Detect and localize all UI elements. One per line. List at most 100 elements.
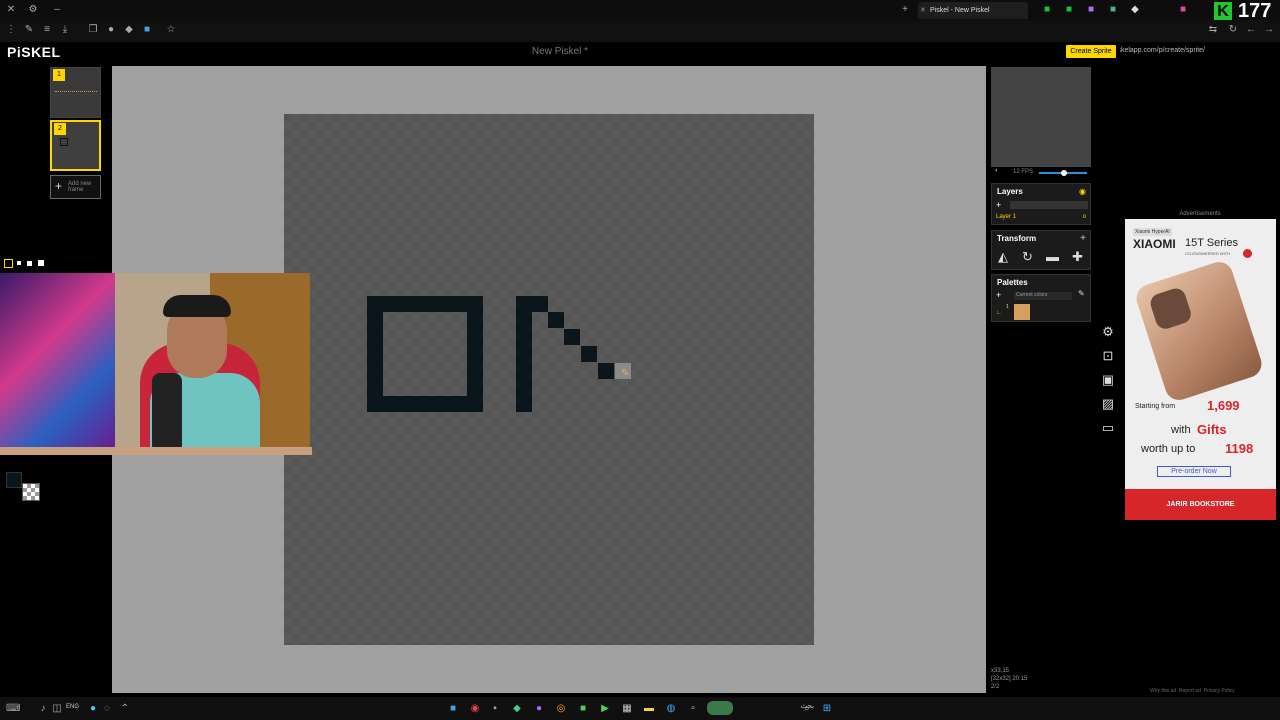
pixel-block xyxy=(367,296,383,412)
ad-banner[interactable]: Xiaomi HyperAI XIAOMI 15T Series CO-ENGI… xyxy=(1125,219,1276,520)
add-frame-button[interactable]: + Add new frame xyxy=(50,175,101,199)
tab-close-icon[interactable]: ✕ xyxy=(920,2,926,19)
status-coords: x33.15 [32x32] 20:15 2/2 xyxy=(991,667,1027,691)
add-palette-icon[interactable]: + xyxy=(996,290,1001,300)
expand-icon[interactable]: + xyxy=(1080,233,1086,244)
webcam-overlay xyxy=(0,273,310,453)
export-image-icon[interactable]: ▨ xyxy=(1100,396,1116,412)
app-icon[interactable]: ■ xyxy=(576,702,590,716)
pixel-block xyxy=(367,296,483,312)
ad-links: Why this ad Report ad Privacy Policy xyxy=(1150,688,1235,694)
layer-actions[interactable] xyxy=(1010,201,1088,209)
cursor-coords: x33.15 xyxy=(991,668,1010,674)
pen-size-3[interactable] xyxy=(27,261,32,266)
chrome-icon[interactable]: ◎ xyxy=(554,702,568,716)
menu-icon[interactable]: ⋮ xyxy=(4,23,18,37)
tool-icon[interactable]: ≡ xyxy=(40,23,54,37)
clone-icon[interactable]: ▬ xyxy=(1046,249,1059,264)
fps-control[interactable]: ◐ 12 FPS xyxy=(991,167,1091,179)
save-icon[interactable]: ▣ xyxy=(1100,372,1116,388)
webcam-border xyxy=(0,447,312,455)
create-sprite-button[interactable]: Create Sprite xyxy=(1066,45,1116,58)
app-icon[interactable]: ▪ xyxy=(488,702,502,716)
minimize-icon[interactable]: – xyxy=(50,3,64,17)
palette-color[interactable] xyxy=(1014,304,1030,320)
pen-size-2[interactable] xyxy=(17,261,21,265)
drawing-canvas[interactable]: ✎ xyxy=(284,114,814,645)
app-icon[interactable]: ◍ xyxy=(664,702,678,716)
frame-thumbnail-2[interactable]: 2 xyxy=(50,120,101,171)
close-window-icon[interactable]: ✕ xyxy=(4,3,18,17)
speaker-icon[interactable]: ♪ xyxy=(36,702,50,716)
pixel-block xyxy=(548,312,564,328)
tab-piskel[interactable]: ✕ Piskel - New Piskel xyxy=(918,2,1028,19)
tab-title: Piskel - New Piskel xyxy=(930,7,990,14)
ad-phone-image xyxy=(1132,258,1266,404)
tray-icon[interactable]: ◌ xyxy=(100,702,114,716)
extension-icon[interactable]: ■ xyxy=(1040,3,1054,17)
back-icon[interactable]: ← xyxy=(1244,23,1258,37)
keyboard-icon[interactable]: ⌨ xyxy=(6,702,20,716)
pick-icon[interactable]: ∟ xyxy=(996,310,1002,316)
ad-link-report[interactable]: Report ad xyxy=(1179,688,1201,694)
app-icon[interactable]: ◆ xyxy=(510,702,524,716)
network-icon[interactable]: ◫ xyxy=(50,702,64,716)
search-icon[interactable]: ⌕ xyxy=(800,702,814,716)
palette-select[interactable]: Current colors xyxy=(1014,292,1072,300)
app-icon[interactable]: ◉ xyxy=(468,702,482,716)
folder-icon[interactable]: ▬ xyxy=(642,702,656,716)
flip-icon[interactable]: ◭ xyxy=(998,249,1008,265)
rotate-icon[interactable]: ↻ xyxy=(1022,249,1033,265)
extension-icon[interactable]: ■ xyxy=(1084,3,1098,17)
ad-price-prefix: Starting from xyxy=(1135,403,1176,410)
app-icon[interactable]: ▦ xyxy=(620,702,634,716)
add-layer-icon[interactable]: + xyxy=(996,200,1001,210)
extensions-icon[interactable]: ⇆ xyxy=(1206,23,1220,37)
align-icon[interactable]: ✚ xyxy=(1072,249,1083,265)
edit-palette-icon[interactable]: ✎ xyxy=(1078,289,1085,298)
start-icon[interactable]: ⊞ xyxy=(820,702,834,716)
tool-icon[interactable]: ✎ xyxy=(22,23,36,37)
ad-link-privacy[interactable]: Privacy Policy xyxy=(1204,688,1235,694)
app-icon[interactable]: ■ xyxy=(446,702,460,716)
new-tab-icon[interactable]: + xyxy=(898,3,912,17)
onion-skin-icon[interactable]: ◐ xyxy=(995,168,999,174)
secondary-color-swatch[interactable] xyxy=(22,483,40,501)
language-indicator[interactable]: ENG xyxy=(66,704,79,710)
chevron-up-icon[interactable]: ⌃ xyxy=(118,702,132,716)
resize-icon[interactable]: ⊡ xyxy=(1100,348,1116,364)
app-icon[interactable]: ▫ xyxy=(686,702,700,716)
app-icon[interactable]: ● xyxy=(532,702,546,716)
fps-slider-handle[interactable] xyxy=(1061,170,1067,176)
extension-icon[interactable]: ■ xyxy=(140,23,154,37)
settings-icon[interactable]: ⚙ xyxy=(1100,324,1116,340)
tray-icon[interactable]: ● xyxy=(86,702,100,716)
extension-icon[interactable]: ■ xyxy=(1106,3,1120,17)
ad-price: 1,699 xyxy=(1207,398,1240,413)
reload-icon[interactable]: ↻ xyxy=(1226,23,1240,37)
extension-icon[interactable]: ◆ xyxy=(1128,3,1142,17)
cookie-icon[interactable]: ● xyxy=(104,23,118,37)
eye-icon[interactable]: ◉ xyxy=(1079,187,1086,196)
webcam-background-art xyxy=(0,273,115,453)
download-icon[interactable]: ⤓ xyxy=(58,23,72,37)
settings-icon[interactable]: ⚙ xyxy=(26,3,40,17)
weather-widget[interactable] xyxy=(707,701,733,715)
extension-icon[interactable]: ■ xyxy=(1062,3,1076,17)
frame-thumbnail-1[interactable]: 1 xyxy=(50,67,101,118)
pen-size-1[interactable] xyxy=(4,259,13,268)
tool-size-selector[interactable] xyxy=(2,258,46,268)
primary-color-swatch[interactable] xyxy=(6,472,22,488)
open-folder-icon[interactable]: ▭ xyxy=(1100,420,1116,436)
pen-size-4[interactable] xyxy=(38,260,44,266)
ad-link-why[interactable]: Why this ad xyxy=(1150,688,1176,694)
extension-icon[interactable]: ■ xyxy=(1176,3,1190,17)
layer-name[interactable]: Layer 1 xyxy=(996,214,1016,220)
diamond-icon[interactable]: ◆ xyxy=(122,23,136,37)
ad-preorder-button[interactable]: Pre-order Now xyxy=(1157,466,1231,477)
ad-model: 15T Series xyxy=(1185,237,1238,249)
forward-icon[interactable]: → xyxy=(1262,23,1276,37)
tabs-icon[interactable]: ❐ xyxy=(86,23,100,37)
bookmark-star-icon[interactable]: ☆ xyxy=(164,23,178,37)
app-icon[interactable]: ▶ xyxy=(598,702,612,716)
